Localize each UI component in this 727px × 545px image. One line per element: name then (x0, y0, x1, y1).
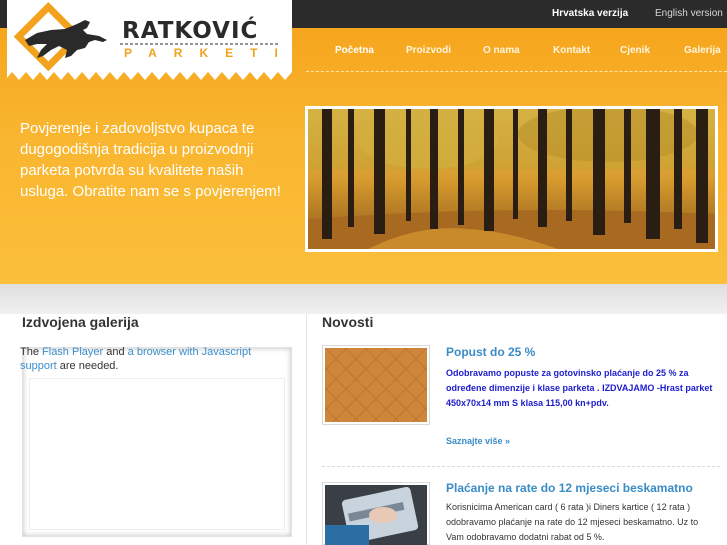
nav-pocetna[interactable]: Početna (335, 45, 374, 56)
gallery-note-prefix: The (20, 346, 39, 358)
news-item-1-body: Odobravamo popuste za gotovinsko plaćanj… (446, 368, 713, 408)
nav-divider (306, 71, 727, 72)
gallery-title: Izdvojena galerija (22, 314, 139, 330)
nav-galerija[interactable]: Galerija (684, 45, 721, 56)
gallery-note: The Flash Player and a browser with Java… (20, 345, 290, 373)
column-divider (306, 314, 307, 545)
news-thumb-parquet[interactable] (322, 345, 430, 425)
nav-cjenik[interactable]: Cjenik (620, 45, 650, 56)
brand-name: RATKOVIĆ (122, 18, 259, 44)
hero-forest-image (305, 106, 718, 252)
gallery-note-and: and (106, 346, 125, 358)
logo[interactable]: RATKOVIĆ PARKETI (7, 0, 292, 83)
nav-proizvodi[interactable]: Proizvodi (406, 45, 451, 56)
lang-croatian-link[interactable]: Hrvatska verzija (552, 8, 628, 19)
news-item-2-body: Korisnicima American card ( 6 rata )i Di… (446, 502, 699, 542)
content-header-band (0, 284, 727, 314)
gallery-note-suffix: are needed. (59, 360, 119, 372)
gallery-frame[interactable] (22, 347, 292, 537)
flash-player-link[interactable]: Flash Player (42, 346, 103, 358)
news-separator (322, 466, 720, 467)
news-item-2-title[interactable]: Plaćanje na rate do 12 mjeseci beskamatn… (446, 481, 693, 495)
lang-english-link[interactable]: English version (655, 8, 723, 19)
news-item-1-more-link[interactable]: Saznajte više » (446, 436, 510, 446)
nav-o-nama[interactable]: O nama (483, 45, 520, 56)
brand-subtitle: PARKETI (124, 46, 295, 60)
news-item-1-title[interactable]: Popust do 25 % (446, 345, 535, 359)
news-title: Novosti (322, 314, 374, 330)
nav-kontakt[interactable]: Kontakt (553, 45, 590, 56)
news-thumb-cards[interactable] (322, 482, 430, 545)
hero-tagline: Povjerenje i zadovoljstvo kupaca te dugo… (20, 120, 281, 200)
